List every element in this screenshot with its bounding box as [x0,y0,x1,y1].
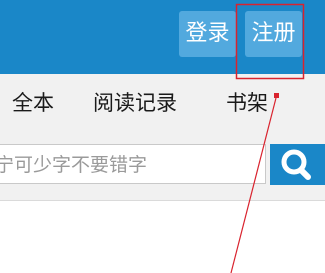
register-button[interactable]: 注册 [245,11,302,57]
search-bar: 宁可少字不要错字 [0,132,325,201]
login-button[interactable]: 登录 [179,11,236,57]
content-area [0,201,325,273]
nav-item-all[interactable]: 全本 [12,74,54,132]
search-icon [281,149,311,180]
search-input[interactable]: 宁可少字不要错字 [0,144,266,184]
top-header: 登录 注册 [0,0,325,74]
nav-bar: 全本 阅读记录 书架 [0,74,325,133]
search-button[interactable] [270,144,325,185]
nav-item-reading-history[interactable]: 阅读记录 [93,74,177,132]
nav-item-bookshelf[interactable]: 书架 [226,74,268,132]
